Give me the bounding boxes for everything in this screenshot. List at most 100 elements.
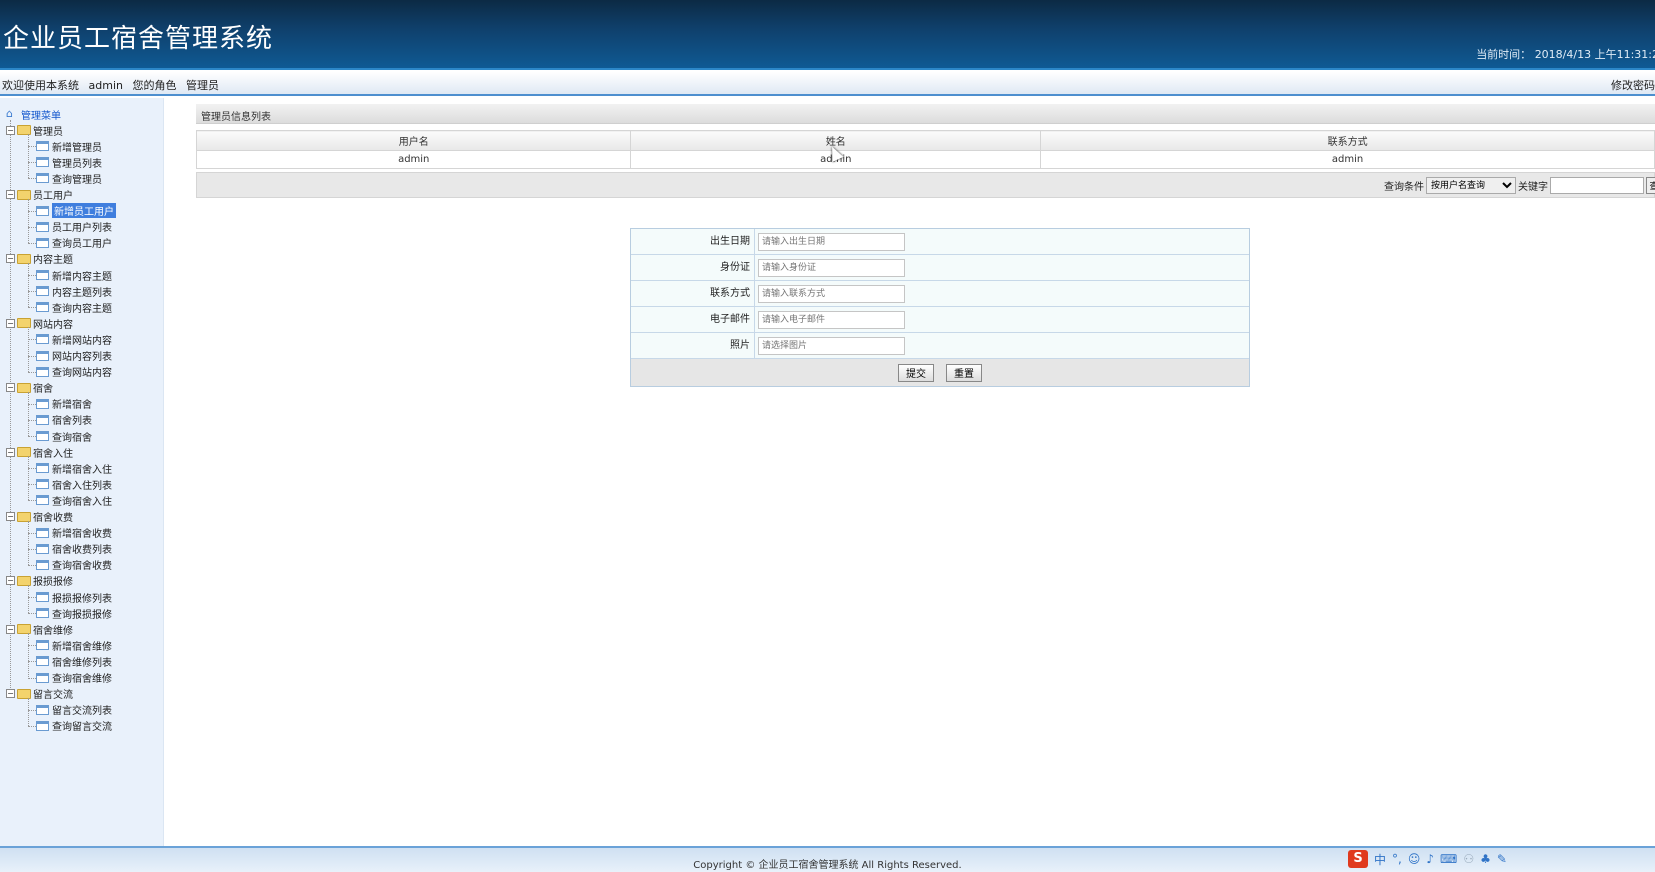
- menu-item[interactable]: 查询留言交流: [36, 718, 112, 734]
- page-icon: [36, 157, 49, 168]
- cell-username: admin: [195, 150, 632, 169]
- page-icon: [36, 286, 49, 297]
- menu-item-label: 宿舍收费列表: [52, 545, 112, 557]
- contact-field[interactable]: [758, 284, 905, 303]
- menu-group-label: 宿舍: [33, 384, 53, 396]
- page-icon: [36, 270, 49, 280]
- menu-item[interactable]: 管理员列表: [36, 154, 102, 170]
- table-row[interactable]: admin admin admin: [195, 150, 1655, 169]
- welcome-bar: 欢迎使用本系统 admin 您的角色 管理员 修改密码: [0, 72, 1655, 96]
- tree-connector: [10, 120, 11, 690]
- menu-group[interactable]: − 内容主题: [6, 251, 73, 267]
- menu-item[interactable]: 新增宿舍: [36, 396, 92, 412]
- menu-item[interactable]: 查询员工用户: [36, 235, 112, 251]
- collapse-icon[interactable]: −: [6, 624, 15, 634]
- page-icon: [36, 672, 49, 683]
- collapse-icon[interactable]: −: [6, 254, 15, 264]
- page-icon: [36, 237, 49, 248]
- collapse-icon[interactable]: −: [6, 689, 15, 699]
- menu-item[interactable]: 新增管理员: [36, 138, 102, 154]
- form-row-birthdate: 出生日期: [631, 229, 1249, 255]
- collapse-icon[interactable]: −: [6, 190, 15, 199]
- menu-item[interactable]: 查询管理员: [36, 170, 102, 186]
- menu-item[interactable]: 查询内容主题: [36, 299, 112, 315]
- menu-group[interactable]: − 宿舍入住: [6, 444, 73, 460]
- menu-item[interactable]: 员工用户列表: [36, 219, 112, 235]
- menu-item[interactable]: 查询宿舍维修: [36, 670, 112, 686]
- menu-group-label: 网站内容: [33, 319, 73, 331]
- menu-item-label: 报损报修列表: [52, 593, 112, 605]
- skin-icon[interactable]: ♣: [1480, 852, 1491, 866]
- menu-root[interactable]: ⌂ 管理菜单: [6, 106, 61, 122]
- menu-item[interactable]: 新增宿舍维修: [36, 637, 112, 653]
- menu-group[interactable]: − 宿舍维修: [6, 621, 73, 637]
- collapse-icon[interactable]: −: [6, 125, 15, 135]
- page-icon: [36, 141, 49, 152]
- menu-item[interactable]: 新增内容主题: [36, 267, 112, 283]
- page-icon: [36, 720, 49, 731]
- tools-icon[interactable]: ✎: [1497, 852, 1507, 866]
- menu-item[interactable]: 查询宿舍入住: [36, 492, 112, 508]
- user-icon[interactable]: ⚇: [1463, 852, 1474, 866]
- menu-item[interactable]: 新增宿舍入住: [36, 460, 112, 476]
- page-icon: [36, 205, 49, 216]
- menu-group[interactable]: − 留言交流: [6, 686, 73, 702]
- email-field[interactable]: [758, 310, 905, 329]
- idcard-field[interactable]: [758, 258, 905, 277]
- query-controls: 查询条件 按用户名查询 关键字 查: [1384, 177, 1655, 194]
- submit-button[interactable]: 提交: [898, 363, 934, 382]
- tree-connector: [28, 403, 36, 405]
- punctuation-icon[interactable]: °,: [1392, 852, 1402, 866]
- menu-item[interactable]: 查询宿舍收费: [36, 557, 112, 573]
- query-condition-select[interactable]: 按用户名查询: [1426, 177, 1516, 194]
- microphone-icon[interactable]: ♪: [1426, 852, 1434, 866]
- menu-group[interactable]: − 员工用户: [6, 187, 73, 203]
- menu-group[interactable]: − 报损报修: [6, 573, 73, 589]
- emoji-icon[interactable]: ☺: [1408, 852, 1421, 866]
- search-button[interactable]: 查: [1646, 177, 1655, 194]
- menu-item[interactable]: 新增员工用户: [36, 203, 116, 219]
- birthdate-field[interactable]: [758, 232, 905, 251]
- photo-field[interactable]: [758, 336, 905, 355]
- page-icon: [36, 366, 49, 377]
- menu-item[interactable]: 留言交流列表: [36, 702, 112, 718]
- menu-item-label: 新增宿舍: [52, 400, 92, 412]
- tree-connector: [28, 263, 29, 308]
- menu-item[interactable]: 宿舍列表: [36, 412, 92, 428]
- collapse-icon[interactable]: −: [6, 447, 15, 457]
- menu-item[interactable]: 宿舍入住列表: [36, 476, 112, 492]
- menu-item[interactable]: 宿舍维修列表: [36, 653, 112, 669]
- ime-mode-toggle[interactable]: 中: [1374, 851, 1386, 868]
- change-password-link[interactable]: 修改密码: [1611, 77, 1655, 93]
- menu-group-label: 宿舍维修: [33, 625, 73, 637]
- menu-item[interactable]: 查询宿舍: [36, 428, 92, 444]
- menu-item-label: 查询宿舍收费: [52, 561, 112, 573]
- menu-item[interactable]: 新增网站内容: [36, 331, 112, 347]
- menu-item[interactable]: 内容主题列表: [36, 283, 112, 299]
- menu-group[interactable]: − 管理员: [6, 122, 63, 138]
- menu-item[interactable]: 报损报修列表: [36, 589, 112, 605]
- collapse-icon[interactable]: −: [6, 576, 15, 586]
- reset-button[interactable]: 重置: [946, 363, 982, 382]
- keyword-input[interactable]: [1550, 177, 1644, 194]
- page-icon: [36, 527, 49, 538]
- sidebar: ⌂ 管理菜单 − 管理员 新增管理员 管理员列表 查询管理员 − 员工用户 新增员工用户 员工用户列…: [0, 98, 164, 846]
- menu-item[interactable]: 网站内容列表: [36, 348, 112, 364]
- keyboard-icon[interactable]: ⌨: [1440, 852, 1457, 866]
- tree-connector: [28, 242, 36, 244]
- collapse-icon[interactable]: −: [6, 383, 15, 393]
- menu-item[interactable]: 宿舍收费列表: [36, 541, 112, 557]
- time-label: 当前时间：: [1476, 48, 1532, 61]
- collapse-icon[interactable]: −: [6, 318, 15, 328]
- menu-group[interactable]: − 网站内容: [6, 315, 73, 331]
- sogou-logo-icon[interactable]: S: [1348, 850, 1368, 868]
- page-icon: [36, 398, 49, 409]
- collapse-icon[interactable]: −: [6, 512, 15, 521]
- menu-item-label: 网站内容列表: [52, 352, 112, 363]
- menu-group[interactable]: − 宿舍: [6, 380, 53, 396]
- menu-item[interactable]: 查询报损报修: [36, 605, 112, 621]
- list-title: 管理员信息列表: [196, 104, 1655, 124]
- menu-item[interactable]: 查询网站内容: [36, 364, 112, 380]
- menu-group[interactable]: − 宿舍收费: [6, 509, 73, 525]
- menu-item[interactable]: 新增宿舍收费: [36, 525, 112, 541]
